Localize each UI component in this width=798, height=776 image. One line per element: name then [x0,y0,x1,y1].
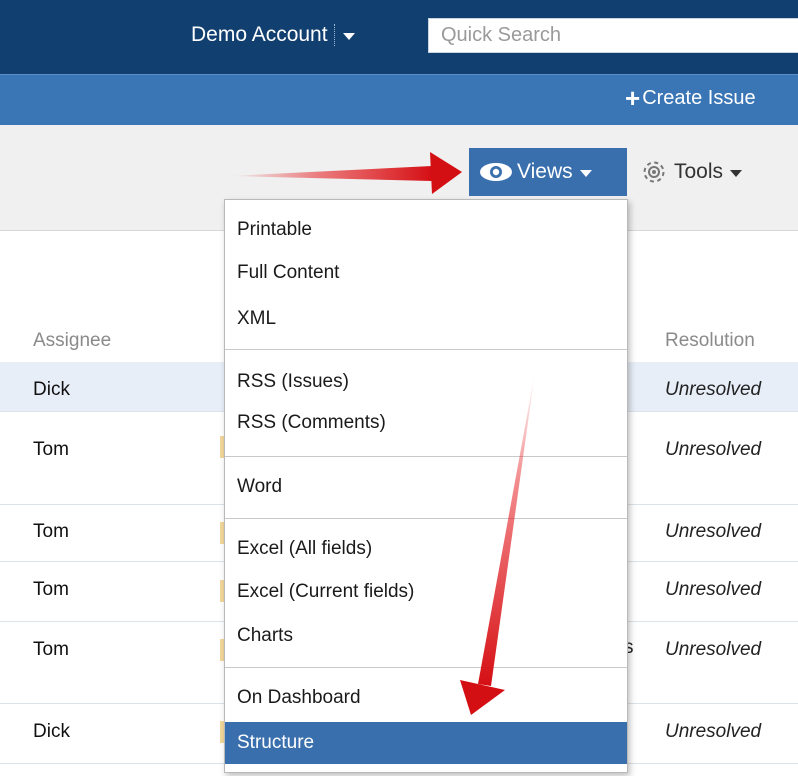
assignee-cell: Tom [33,439,69,460]
secondary-bar: + Create Issue [0,74,798,125]
account-label: Demo Account [191,23,328,46]
account-separator [333,24,335,46]
top-navigation-bar: Demo Account [0,0,798,74]
chevron-down-icon[interactable] [342,33,355,40]
assignee-cell: Dick [33,721,70,742]
assignee-cell: Tom [33,579,69,600]
quick-search-input[interactable] [428,18,798,53]
create-issue-label: Create Issue [642,86,756,109]
resolution-cell: Unresolved [665,639,762,660]
create-issue-button[interactable]: + Create Issue [625,85,756,111]
account-menu[interactable]: Demo Account [191,20,355,50]
chevron-down-icon [579,169,592,177]
assignee-cell: Tom [33,639,69,660]
menu-item-excel-all-fields[interactable]: Excel (All fields) [225,529,627,569]
gear-icon [643,161,665,183]
menu-divider [225,349,627,350]
menu-item-on-dashboard[interactable]: On Dashboard [225,678,627,718]
menu-item-printable[interactable]: Printable [225,210,627,250]
resolution-cell: Unresolved [665,721,762,742]
menu-item-excel-current-fields[interactable]: Excel (Current fields) [225,572,627,612]
menu-item-rss-comments[interactable]: RSS (Comments) [225,403,627,443]
menu-divider [225,456,627,457]
assignee-cell: Dick [33,379,70,400]
resolution-cell: Unresolved [665,521,762,542]
column-header-resolution[interactable]: Resolution [665,330,755,352]
menu-item-word[interactable]: Word [225,467,627,507]
column-header-assignee[interactable]: Assignee [33,330,111,352]
resolution-cell: Unresolved [665,579,762,600]
views-button[interactable]: Views [469,148,627,196]
menu-item-charts[interactable]: Charts [225,616,627,656]
menu-item-full-content[interactable]: Full Content [225,253,627,293]
tools-button[interactable]: Tools [640,148,743,196]
chevron-down-icon [730,169,743,177]
menu-divider [225,667,627,668]
tools-label: Tools [674,160,724,183]
menu-divider [225,518,627,519]
menu-item-rss-issues[interactable]: RSS (Issues) [225,362,627,402]
plus-icon: + [625,83,641,113]
resolution-cell: Unresolved [665,379,762,400]
resolution-cell: Unresolved [665,439,762,460]
views-dropdown-menu: Printable Full Content XML RSS (Issues) … [224,199,628,773]
views-label: Views [517,160,573,183]
menu-item-xml[interactable]: XML [225,299,627,339]
assignee-cell: Tom [33,521,69,542]
menu-item-structure[interactable]: Structure [225,722,627,764]
eye-icon [480,163,512,181]
